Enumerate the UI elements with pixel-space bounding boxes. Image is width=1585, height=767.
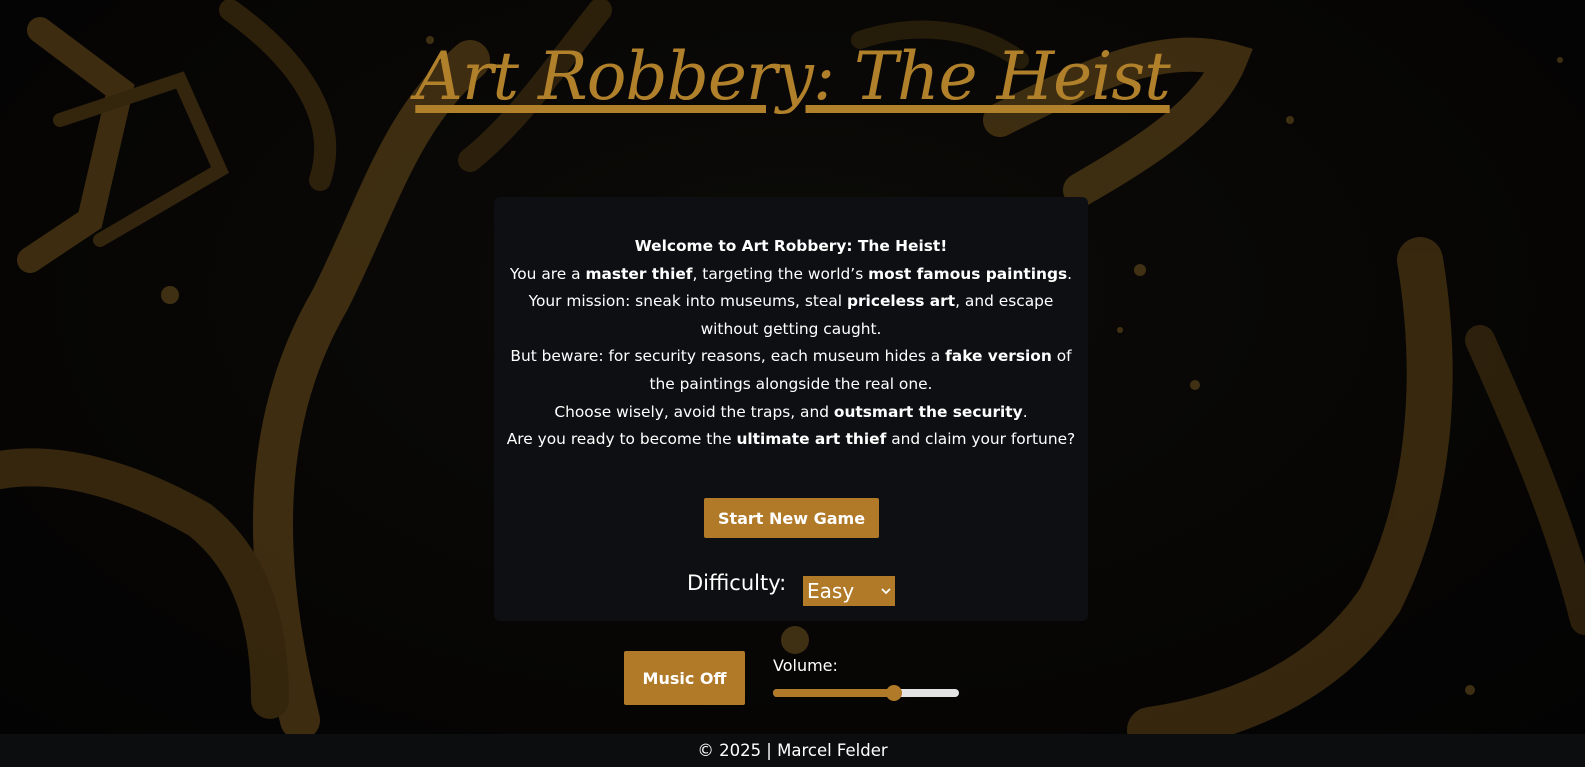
intro-line: Choose wisely, avoid the traps, and outs…	[554, 402, 1028, 421]
difficulty-value: Easy	[807, 579, 855, 603]
chevron-down-icon	[881, 585, 891, 597]
intro-panel: Welcome to Art Robbery: The Heist! You a…	[494, 197, 1088, 621]
intro-line: the paintings alongside the real one.	[649, 374, 933, 393]
start-new-game-button[interactable]: Start New Game	[704, 498, 879, 538]
footer-copyright: © 2025 | Marcel Felder	[697, 741, 888, 760]
intro-line: Your mission: sneak into museums, steal …	[528, 292, 1054, 311]
game-title: Art Robbery: The Heist	[415, 38, 1170, 115]
difficulty-label: Difficulty:	[687, 571, 787, 595]
intro-line: But beware: for security reasons, each m…	[510, 347, 1072, 366]
intro-line: You are a master thief, targeting the wo…	[509, 264, 1073, 283]
intro-line: without getting caught.	[700, 319, 882, 338]
volume-slider-thumb[interactable]	[885, 685, 902, 701]
intro-heading: Welcome to Art Robbery: The Heist!	[634, 237, 948, 255]
music-toggle-button[interactable]: Music Off	[624, 651, 745, 705]
volume-slider[interactable]	[773, 685, 959, 701]
volume-slider-fill	[773, 689, 894, 697]
intro-text: Welcome to Art Robbery: The Heist! You a…	[494, 233, 1088, 454]
intro-line: Are you ready to become the ultimate art…	[506, 430, 1076, 449]
footer: © 2025 | Marcel Felder	[0, 734, 1585, 767]
volume-label: Volume:	[773, 656, 838, 675]
difficulty-select[interactable]: Easy	[803, 576, 895, 606]
